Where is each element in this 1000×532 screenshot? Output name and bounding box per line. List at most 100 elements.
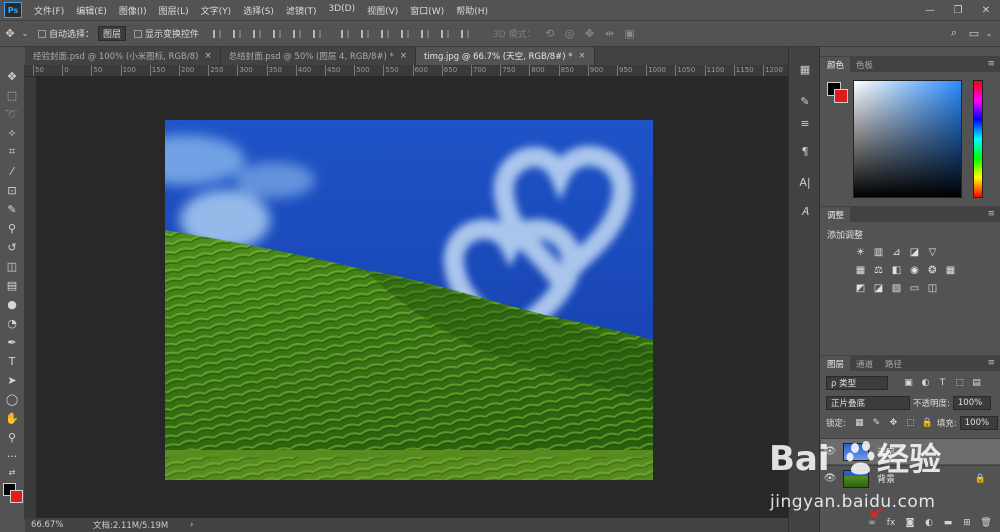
threshold-icon[interactable]: ▨	[889, 282, 904, 295]
layer-row-background[interactable]: 👁 背景 🔒	[821, 465, 1000, 491]
panel-menu-icon[interactable]: ≡	[987, 59, 995, 69]
panel-menu-icon[interactable]: ≡	[987, 358, 995, 368]
glyphs-icon[interactable]: 𝐴	[794, 202, 816, 222]
layer-row-sky[interactable]: 👁 天空	[821, 438, 1000, 464]
close-button[interactable]: ✕	[972, 0, 1000, 20]
gradient-tool-icon[interactable]: ▤	[3, 277, 21, 293]
tab-summary-cover[interactable]: 总结封面.psd @ 50% (图层 4, RGB/8#) * ×	[220, 47, 416, 65]
hue-saturation-icon[interactable]: ▦	[853, 264, 868, 277]
color-balance-icon[interactable]: ⚖	[871, 264, 886, 277]
background-color-swatch[interactable]	[10, 490, 23, 503]
align-top-icon[interactable]	[209, 27, 225, 41]
zoom-tool-icon[interactable]: ⚲	[3, 429, 21, 445]
menu-item[interactable]: 文件(F)	[28, 4, 70, 17]
tab-channels[interactable]: 通道	[850, 356, 879, 371]
distribute-bottom-icon[interactable]	[377, 27, 393, 41]
crop-tool-icon[interactable]: ⌗	[3, 144, 21, 160]
blur-tool-icon[interactable]: ●	[3, 296, 21, 312]
close-icon[interactable]: ×	[204, 51, 211, 61]
levels-icon[interactable]: ▥	[871, 246, 886, 259]
new-layer-icon[interactable]: ⊞	[959, 516, 975, 530]
distribute-right-icon[interactable]	[437, 27, 453, 41]
align-vcenter-icon[interactable]	[229, 27, 245, 41]
character-icon[interactable]: A|	[794, 172, 816, 192]
invert-icon[interactable]: ◩	[853, 282, 868, 295]
gradient-map-icon[interactable]: ▭	[907, 282, 922, 295]
menu-item[interactable]: 帮助(H)	[450, 4, 494, 17]
lock-pixels-icon[interactable]: ▦	[853, 416, 866, 429]
menu-item[interactable]: 3D(D)	[322, 4, 361, 17]
layer-filter-dropdown[interactable]: ρ 类型	[826, 375, 888, 390]
path-selection-tool-icon[interactable]: ➤	[3, 372, 21, 388]
auto-align-icon[interactable]	[457, 27, 473, 41]
align-bottom-icon[interactable]	[249, 27, 265, 41]
color-lookup-icon[interactable]: ▦	[943, 264, 958, 277]
clone-stamp-tool-icon[interactable]: ⚲	[3, 220, 21, 236]
close-icon[interactable]: ×	[579, 51, 586, 61]
workspace-icon[interactable]: ▭	[964, 24, 984, 42]
panel-menu-icon[interactable]: ≡	[987, 209, 995, 219]
filter-type-icon[interactable]: T	[936, 376, 949, 389]
menu-item[interactable]: 图层(L)	[153, 4, 195, 17]
marquee-tool-icon[interactable]: ⬚	[3, 87, 21, 103]
filter-adjustment-icon[interactable]: ◐	[919, 376, 932, 389]
type-tool-icon[interactable]: T	[3, 353, 21, 369]
layer-style-icon[interactable]: fx	[883, 516, 899, 530]
brush-settings-icon[interactable]: ✎	[794, 91, 816, 111]
history-brush-tool-icon[interactable]: ↺	[3, 239, 21, 255]
photo-filter-icon[interactable]: ◉	[907, 264, 922, 277]
pen-tool-icon[interactable]: ✒	[3, 334, 21, 350]
tab-layers[interactable]: 图层	[821, 356, 851, 371]
channel-mixer-icon[interactable]: ❂	[925, 264, 940, 277]
tab-timg[interactable]: timg.jpg @ 66.7% (天空, RGB/8#) * ×	[415, 47, 595, 65]
new-adjustment-icon[interactable]: ◐	[921, 516, 937, 530]
canvas-area[interactable]	[37, 77, 788, 518]
posterize-icon[interactable]: ◪	[871, 282, 886, 295]
close-icon[interactable]: ×	[400, 51, 407, 61]
lock-artboard-icon[interactable]: ⬚	[904, 416, 917, 429]
curves-icon[interactable]: ⊿	[889, 246, 904, 259]
new-group-icon[interactable]: ▬	[940, 516, 956, 530]
tab-experience-cover[interactable]: 经验封面.psd @ 100% (小米图标, RGB/8) ×	[25, 47, 221, 65]
eye-icon[interactable]: 👁	[821, 473, 839, 484]
black-white-icon[interactable]: ◧	[889, 264, 904, 277]
menu-item[interactable]: 文字(Y)	[195, 4, 238, 17]
distribute-vcenter-icon[interactable]	[357, 27, 373, 41]
hue-slider[interactable]	[973, 80, 983, 198]
3d-pan-icon[interactable]: ✥	[580, 25, 600, 43]
filter-pixel-icon[interactable]: ▣	[902, 376, 915, 389]
tab-paths[interactable]: 路径	[879, 356, 908, 371]
menu-item[interactable]: 选择(S)	[237, 4, 280, 17]
align-hcenter-icon[interactable]	[289, 27, 305, 41]
properties-icon[interactable]: ≡	[794, 113, 816, 133]
distribute-top-icon[interactable]	[337, 27, 353, 41]
status-menu-arrow[interactable]: ›	[190, 520, 193, 530]
auto-select-checkbox[interactable]	[38, 29, 46, 38]
menu-item[interactable]: 编辑(E)	[70, 4, 113, 17]
exposure-icon[interactable]: ◪	[907, 246, 922, 259]
eyedropper-tool-icon[interactable]: ⁄	[3, 163, 21, 179]
3d-roll-icon[interactable]: ◎	[560, 25, 580, 43]
auto-select-dropdown[interactable]: 图层	[98, 26, 127, 41]
color-background-swatch[interactable]	[834, 89, 848, 103]
eraser-tool-icon[interactable]: ◫	[3, 258, 21, 274]
selective-color-icon[interactable]: ◫	[925, 282, 940, 295]
align-left-icon[interactable]	[269, 27, 285, 41]
distribute-hcenter-icon[interactable]	[417, 27, 433, 41]
move-tool-icon[interactable]: ✥	[3, 68, 21, 84]
blend-mode-dropdown[interactable]: 正片叠底	[826, 395, 910, 410]
more-tools-icon[interactable]: ···	[3, 448, 21, 464]
3d-scale-icon[interactable]: ▣	[620, 25, 640, 43]
filter-shape-icon[interactable]: ⬚	[953, 376, 966, 389]
filter-smart-icon[interactable]: ▤	[970, 376, 983, 389]
eye-icon[interactable]: 👁	[821, 446, 839, 457]
brightness-icon[interactable]: ☀	[853, 246, 868, 259]
move-tool-icon[interactable]: ✥	[0, 25, 20, 43]
chevron-down-icon[interactable]: ⌄	[20, 25, 30, 43]
ellipse-tool-icon[interactable]: ◯	[3, 391, 21, 407]
fill-field[interactable]: 100%	[959, 415, 998, 430]
opacity-field[interactable]: 100%	[952, 395, 991, 410]
dodge-tool-icon[interactable]: ◔	[3, 315, 21, 331]
show-transform-checkbox[interactable]	[134, 29, 143, 38]
menu-item[interactable]: 窗口(W)	[404, 4, 450, 17]
